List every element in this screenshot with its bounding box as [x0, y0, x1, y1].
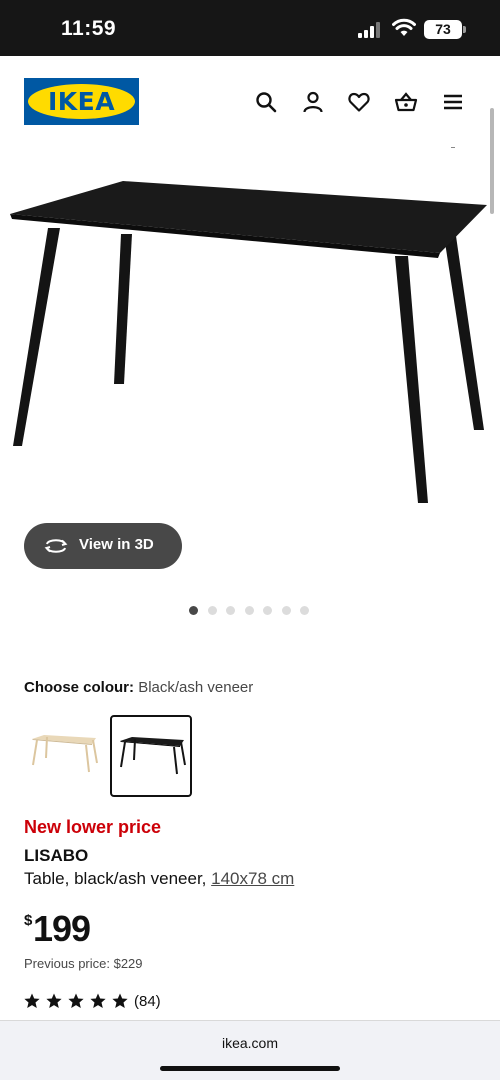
gallery-dot[interactable] — [300, 606, 309, 615]
home-indicator[interactable] — [160, 1066, 340, 1071]
status-time: 11:59 — [61, 17, 117, 40]
selected-colour: Black/ash veneer — [138, 679, 254, 696]
view-in-3d-label: View in 3D — [79, 536, 154, 553]
product-description: Table, black/ash veneer, 140x78 cm — [24, 869, 294, 889]
ikea-logo[interactable]: IKEA — [24, 78, 139, 125]
price-currency: $ — [24, 912, 33, 929]
divider — [451, 147, 455, 148]
search-icon[interactable] — [254, 90, 278, 114]
colour-swatch-white-ash[interactable] — [24, 715, 106, 797]
gallery-dot[interactable] — [282, 606, 291, 615]
basket-icon[interactable] — [394, 90, 418, 114]
black-table-thumbnail — [120, 737, 186, 775]
heart-icon[interactable] — [347, 90, 371, 114]
menu-icon[interactable] — [441, 90, 465, 114]
price-amount: 199 — [33, 908, 91, 949]
gallery-dot[interactable] — [263, 606, 272, 615]
gallery-dot[interactable] — [226, 606, 235, 615]
star-icon — [112, 993, 128, 1008]
star-icon — [24, 993, 40, 1008]
battery-cap — [463, 26, 466, 33]
battery-indicator: 73 — [424, 20, 462, 39]
gallery-dot[interactable] — [245, 606, 254, 615]
view-in-3d-button[interactable]: View in 3D — [24, 523, 182, 569]
star-icon — [46, 993, 62, 1008]
product-size-link[interactable]: 140x78 cm — [211, 869, 294, 888]
wifi-icon — [392, 18, 416, 36]
product-type: Table, black/ash veneer, — [24, 869, 207, 888]
user-icon[interactable] — [301, 90, 325, 114]
site-header: IKEA — [0, 56, 500, 146]
white-table-thumbnail — [32, 735, 98, 773]
gallery-dot[interactable] — [189, 606, 198, 615]
colour-swatch-black-ash[interactable] — [110, 715, 192, 797]
address-url[interactable]: ikea.com — [0, 1035, 500, 1051]
star-icon — [90, 993, 106, 1008]
gallery-dot[interactable] — [208, 606, 217, 615]
status-bar: 11:59 73 — [0, 0, 500, 56]
product-page: 11:59 73 IKEA View in 3D Choose colour: … — [0, 0, 500, 1080]
product-name: LISABO — [24, 846, 89, 865]
previous-price: Previous price: $229 — [24, 956, 143, 971]
signal-icon — [358, 22, 380, 38]
colour-selection-label: Choose colour: Black/ash veneer — [24, 679, 253, 696]
star-icon — [68, 993, 84, 1008]
product-image[interactable] — [0, 150, 500, 520]
logo-text: IKEA — [47, 87, 116, 116]
browser-address-bar: ikea.com — [0, 1020, 500, 1080]
review-count[interactable]: (84) — [134, 993, 161, 1010]
promo-label: New lower price — [24, 817, 162, 837]
rotate-3d-icon — [44, 539, 68, 553]
choose-colour-label: Choose colour: — [24, 679, 135, 696]
